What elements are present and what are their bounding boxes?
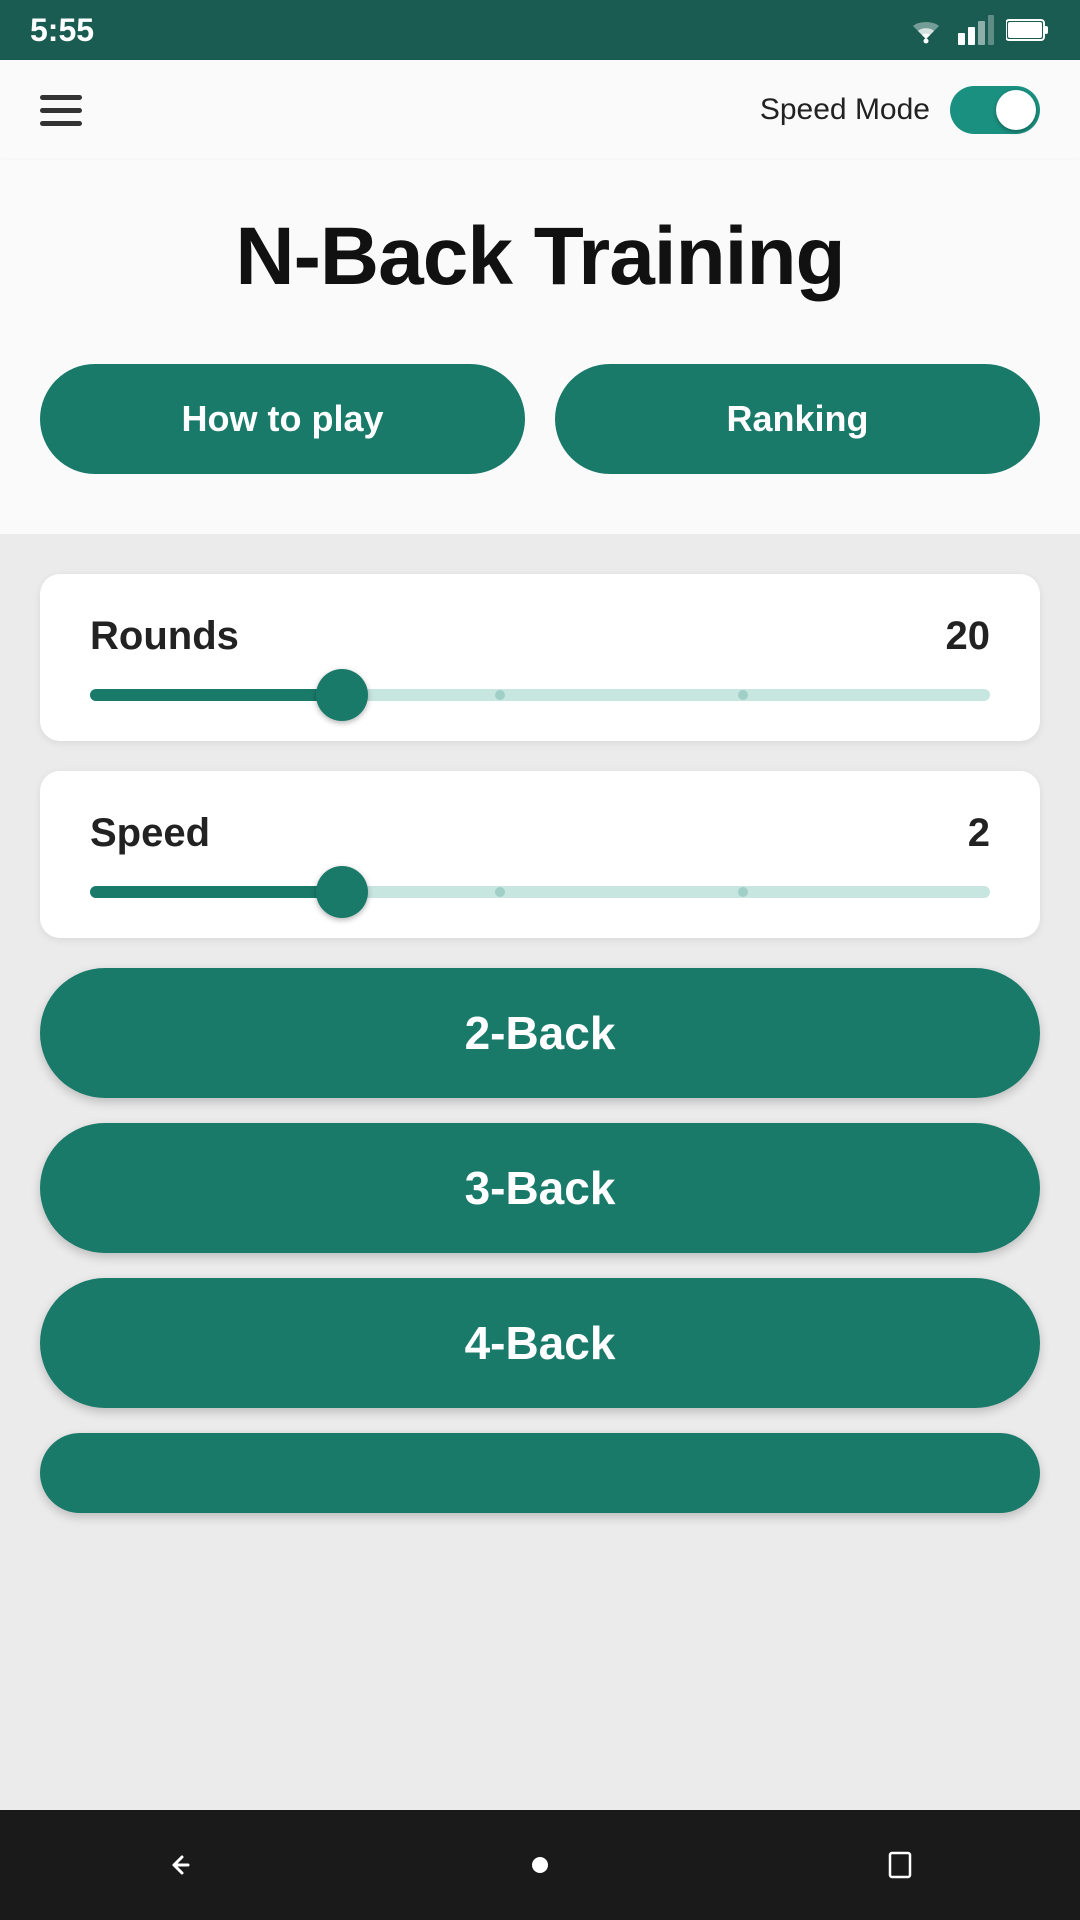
- rounds-slider-track[interactable]: [90, 689, 990, 701]
- recents-icon: [880, 1845, 920, 1885]
- main-content: Rounds 20 Speed 2 2-Back 3-Back: [0, 534, 1080, 1810]
- app-bar: Speed Mode: [0, 60, 1080, 160]
- hamburger-line-1: [40, 95, 82, 100]
- nav-recents-button[interactable]: [860, 1825, 940, 1905]
- two-back-label: 2-Back: [465, 1006, 616, 1060]
- speed-card: Speed 2: [40, 771, 1040, 938]
- game-buttons-container: 2-Back 3-Back 4-Back: [40, 968, 1040, 1513]
- speed-slider-fill: [90, 886, 342, 898]
- rounds-slider-thumb[interactable]: [316, 669, 368, 721]
- nav-home-button[interactable]: [500, 1825, 580, 1905]
- hero-section: N-Back Training How to play Ranking: [0, 160, 1080, 534]
- five-back-button-partial[interactable]: [40, 1433, 1040, 1513]
- speed-mode-container: Speed Mode: [760, 86, 1040, 134]
- ranking-button[interactable]: Ranking: [555, 364, 1040, 474]
- two-back-button[interactable]: 2-Back: [40, 968, 1040, 1098]
- speed-tick-2: [738, 887, 748, 897]
- battery-icon: [1006, 18, 1050, 42]
- home-icon: [520, 1845, 560, 1885]
- nav-back-button[interactable]: [140, 1825, 220, 1905]
- four-back-button[interactable]: 4-Back: [40, 1278, 1040, 1408]
- hamburger-line-3: [40, 121, 82, 126]
- app-title: N-Back Training: [40, 210, 1040, 304]
- rounds-card: Rounds 20: [40, 574, 1040, 741]
- speed-label: Speed: [90, 811, 210, 856]
- three-back-label: 3-Back: [465, 1161, 616, 1215]
- status-time: 5:55: [30, 12, 94, 49]
- rounds-label: Rounds: [90, 614, 239, 659]
- wifi-icon: [906, 15, 946, 45]
- three-back-button[interactable]: 3-Back: [40, 1123, 1040, 1253]
- rounds-header: Rounds 20: [90, 614, 990, 659]
- signal-icon: [958, 15, 994, 45]
- speed-mode-toggle[interactable]: [950, 86, 1040, 134]
- speed-value: 2: [968, 811, 990, 856]
- status-bar: 5:55: [0, 0, 1080, 60]
- nav-bar: [0, 1810, 1080, 1920]
- speed-tick-1: [495, 887, 505, 897]
- speed-slider-thumb[interactable]: [316, 866, 368, 918]
- four-back-label: 4-Back: [465, 1316, 616, 1370]
- hamburger-line-2: [40, 108, 82, 113]
- how-to-play-button[interactable]: How to play: [40, 364, 525, 474]
- hamburger-menu[interactable]: [40, 95, 82, 126]
- hero-buttons: How to play Ranking: [40, 364, 1040, 474]
- back-icon: [160, 1845, 200, 1885]
- rounds-tick-1: [495, 690, 505, 700]
- speed-slider-track[interactable]: [90, 886, 990, 898]
- rounds-slider-fill: [90, 689, 342, 701]
- status-icons: [906, 15, 1050, 45]
- speed-header: Speed 2: [90, 811, 990, 856]
- rounds-tick-2: [738, 690, 748, 700]
- rounds-value: 20: [946, 614, 991, 659]
- speed-mode-label: Speed Mode: [760, 93, 930, 127]
